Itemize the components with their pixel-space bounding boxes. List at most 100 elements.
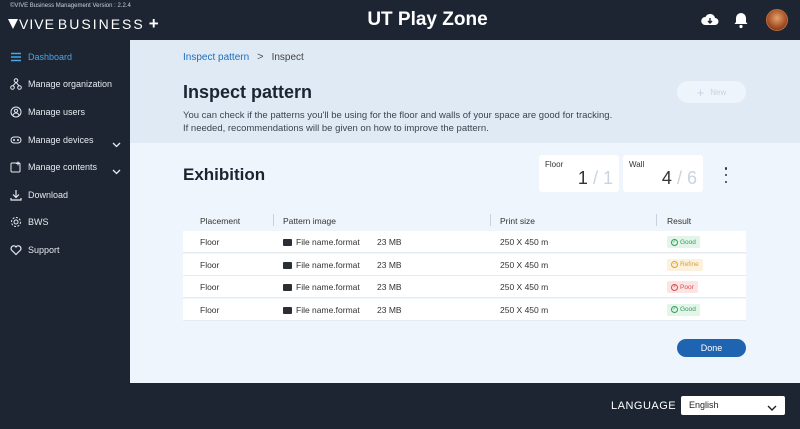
file-icon [283, 239, 292, 246]
sidebar-item-label: Manage contents [28, 162, 98, 172]
download-icon [10, 189, 22, 201]
footer: LANGUAGE English [0, 383, 800, 429]
avatar[interactable] [766, 9, 788, 31]
column-header-pattern-image: Pattern image [283, 216, 336, 226]
language-select-value: English [689, 400, 719, 410]
chevron-down-icon [767, 400, 777, 411]
cell-print-size: 250 X 450 m [500, 237, 549, 247]
new-button-label: New [710, 87, 727, 97]
status-badge-refine: – Refine [667, 258, 703, 271]
table-row[interactable]: Floor File name.format 23 MB 250 X 450 m… [183, 253, 746, 276]
org-icon [10, 78, 22, 90]
column-divider [273, 214, 274, 226]
cell-placement: Floor [200, 282, 220, 292]
table-row[interactable]: Floor File name.format 23 MB 250 X 450 m… [183, 276, 746, 298]
wall-counter: Wall 4 / 6 [623, 155, 703, 192]
breadcrumb-current: Inspect [271, 51, 304, 63]
plus-icon: + [696, 84, 705, 100]
sidebar-item-label: Support [28, 245, 60, 255]
sidebar-item-dashboard[interactable]: Dashboard [0, 46, 130, 68]
wall-counter-value: 4 / 6 [661, 168, 697, 188]
cell-file-size: 23 MB [377, 282, 402, 292]
file-icon [283, 261, 292, 269]
sidebar-item-bws[interactable]: BWS [0, 211, 130, 233]
sidebar-item-label: Manage devices [28, 135, 94, 145]
floor-counter: Floor 1 / 1 [539, 155, 619, 192]
check-icon: ✓ [671, 306, 678, 313]
sidebar-item-support[interactable]: Support [0, 239, 130, 261]
cell-pattern-image: File name.format [283, 237, 360, 247]
cell-print-size: 250 X 450 m [500, 282, 549, 292]
content-icon [10, 161, 22, 173]
inspect-content: Exhibition Floor 1 / 1 Wall 4 / 6 Placem… [130, 143, 800, 383]
column-divider [656, 214, 657, 226]
heart-icon [10, 244, 22, 256]
sidebar-item-manage-users[interactable]: Manage users [0, 101, 130, 123]
cell-placement: Floor [200, 259, 220, 270]
new-button[interactable]: + New [677, 81, 746, 103]
sidebar-item-label: Manage organization [28, 79, 113, 89]
cell-pattern-image: File name.format [283, 282, 360, 292]
cell-print-size: 250 X 450 m [500, 259, 549, 270]
status-badge-good: ✓ Good [667, 236, 700, 248]
table-header: Placement Pattern image Print size Resul… [183, 210, 746, 231]
sidebar: Dashboard Manage organization Manage use… [0, 40, 130, 383]
top-bar: ©VIVE Business Management Version : 2.2.… [0, 0, 800, 40]
cell-file-size: 23 MB [377, 259, 402, 270]
cloud-download-icon[interactable] [700, 10, 720, 30]
sidebar-item-manage-contents[interactable]: Manage contents [0, 156, 130, 178]
check-icon: ✓ [671, 238, 678, 246]
file-icon [283, 306, 292, 314]
language-label: LANGUAGE [611, 400, 677, 412]
page-title: Inspect pattern [183, 82, 313, 102]
app-title: UT Play Zone [367, 9, 488, 30]
sidebar-item-label: Manage users [28, 107, 86, 117]
gear-icon [10, 216, 22, 228]
floor-counter-label: Floor [545, 160, 564, 169]
breadcrumb-link-inspect-pattern[interactable]: Inspect pattern [183, 52, 249, 63]
description-line: You can check if the patterns you'll be … [183, 110, 613, 121]
column-divider [490, 214, 491, 226]
table-row[interactable]: Floor File name.format 23 MB 250 X 450 m… [183, 298, 746, 321]
file-icon [283, 284, 292, 291]
chevron-down-icon[interactable] [112, 163, 121, 174]
status-badge-good: ✓ Good [667, 303, 700, 316]
language-select[interactable]: English [681, 396, 785, 415]
page-header: Inspect pattern > Inspect Inspect patter… [130, 40, 800, 143]
wall-counter-label: Wall [629, 160, 645, 169]
chevron-down-icon[interactable] [112, 136, 121, 147]
more-options-icon[interactable] [722, 167, 730, 183]
breadcrumb: Inspect pattern > Inspect [183, 51, 304, 63]
menu-icon [10, 51, 22, 63]
sidebar-item-label: Download [28, 190, 69, 200]
column-header-result: Result [667, 216, 692, 226]
sidebar-item-manage-devices[interactable]: Manage devices [0, 129, 130, 151]
description-line: If needed, recommendations will be given… [183, 123, 489, 134]
floor-counter-value: 1 / 1 [577, 168, 613, 188]
sidebar-item-label: BWS [28, 217, 49, 227]
cell-pattern-image: File name.format [283, 305, 360, 315]
done-button[interactable]: Done [677, 339, 746, 357]
column-header-placement: Placement [200, 216, 241, 226]
sidebar-item-label: Dashboard [28, 52, 73, 62]
cell-file-size: 23 MB [377, 237, 402, 247]
sidebar-item-download[interactable]: Download [0, 184, 130, 206]
status-badge-poor: × Poor [667, 281, 698, 293]
table-row[interactable]: Floor File name.format 23 MB 250 X 450 m… [183, 231, 746, 253]
main-content: Inspect pattern > Inspect Inspect patter… [130, 40, 800, 383]
cell-placement: Floor [200, 237, 220, 247]
cell-placement: Floor [200, 304, 220, 315]
user-icon [10, 106, 22, 118]
bell-icon[interactable] [731, 10, 751, 30]
column-header-print-size: Print size [500, 216, 535, 226]
x-icon: × [671, 283, 678, 291]
section-title: Exhibition [183, 165, 266, 184]
cell-file-size: 23 MB [377, 304, 402, 315]
device-icon [10, 134, 22, 146]
sidebar-item-manage-organization[interactable]: Manage organization [0, 73, 130, 95]
breadcrumb-separator: > [257, 51, 264, 63]
pattern-table: Placement Pattern image Print size Resul… [183, 210, 746, 321]
page-description: You can check if the patterns you'll be … [183, 109, 612, 135]
cell-pattern-image: File name.format [283, 260, 360, 270]
cell-print-size: 250 X 450 m [500, 304, 549, 315]
